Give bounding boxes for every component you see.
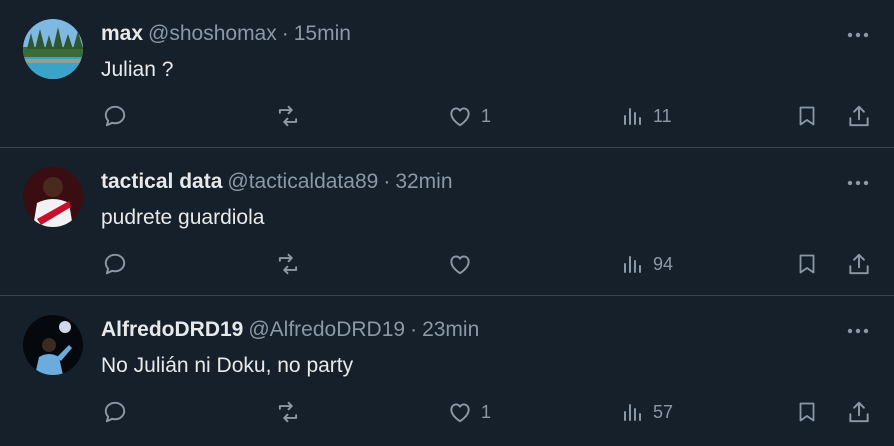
avatar[interactable]: [23, 315, 83, 375]
player-red-white-shirt-icon: [23, 167, 83, 227]
lake-landscape-icon: [23, 19, 83, 79]
separator-dot: ·: [383, 170, 391, 193]
views-chart-icon: [624, 404, 641, 421]
tweet-text: Julian ?: [101, 58, 174, 81]
timestamp[interactable]: 15min: [294, 22, 351, 46]
views-chart-icon: [624, 256, 641, 273]
tweet-header: tactical data @tacticaldata89 · 32min: [101, 170, 453, 196]
share-button[interactable]: [846, 244, 872, 284]
share-button[interactable]: [846, 96, 872, 136]
view-count: 94: [653, 253, 674, 274]
reply-button[interactable]: [102, 244, 128, 284]
views-chart-icon: [624, 108, 641, 125]
views-button[interactable]: 57: [621, 392, 673, 432]
retweet-icon: [278, 105, 298, 127]
more-options-button[interactable]: [845, 170, 871, 196]
display-name[interactable]: tactical data: [101, 170, 222, 194]
tweet-text: No Julián ni Doku, no party: [101, 354, 354, 377]
reply-icon: [104, 105, 126, 127]
reply-button[interactable]: [102, 392, 128, 432]
reply-feed: max @shoshomax · 15min Julian ? 1 11 tac…: [0, 0, 894, 446]
like-count: 1: [481, 105, 492, 126]
like-button[interactable]: [447, 244, 481, 284]
retweet-button[interactable]: [274, 392, 302, 432]
tweet[interactable]: AlfredoDRD19 @AlfredoDRD19 · 23min No Ju…: [0, 296, 894, 444]
views-button[interactable]: 94: [621, 244, 673, 284]
avatar[interactable]: [23, 19, 83, 79]
tweet-text: pudrete guardiola: [101, 206, 265, 229]
more-options-button[interactable]: [845, 22, 871, 48]
bookmark-button[interactable]: [795, 244, 819, 284]
user-handle[interactable]: @shoshomax: [148, 22, 277, 46]
tweet-header: AlfredoDRD19 @AlfredoDRD19 · 23min: [101, 318, 479, 344]
bookmark-icon: [799, 402, 815, 422]
view-count: 11: [653, 105, 672, 126]
like-button[interactable]: 1: [447, 392, 491, 432]
timestamp[interactable]: 23min: [422, 318, 479, 342]
tweet[interactable]: max @shoshomax · 15min Julian ? 1 11: [0, 0, 894, 148]
bookmark-button[interactable]: [795, 392, 819, 432]
more-dots-icon: [847, 328, 869, 334]
retweet-icon: [278, 253, 298, 275]
views-button[interactable]: 11: [621, 96, 672, 136]
user-handle[interactable]: @AlfredoDRD19: [248, 318, 405, 342]
separator-dot: ·: [281, 22, 289, 45]
more-dots-icon: [847, 32, 869, 38]
timestamp[interactable]: 32min: [395, 170, 452, 194]
action-bar: 94: [0, 244, 894, 284]
bookmark-icon: [799, 254, 815, 274]
avatar[interactable]: [23, 167, 83, 227]
share-button[interactable]: [846, 392, 872, 432]
like-button[interactable]: 1: [447, 96, 491, 136]
action-bar: 1 57: [0, 392, 894, 432]
user-handle[interactable]: @tacticaldata89: [227, 170, 378, 194]
heart-icon: [450, 107, 470, 127]
display-name[interactable]: max: [101, 22, 143, 46]
view-count: 57: [653, 401, 674, 422]
tweet[interactable]: tactical data @tacticaldata89 · 32min pu…: [0, 148, 894, 296]
retweet-icon: [278, 401, 298, 423]
separator-dot: ·: [410, 318, 418, 341]
more-options-button[interactable]: [845, 318, 871, 344]
more-dots-icon: [847, 180, 869, 186]
reply-icon: [104, 401, 126, 423]
display-name[interactable]: AlfredoDRD19: [101, 318, 243, 342]
bookmark-icon: [799, 106, 815, 126]
like-count: 1: [481, 401, 492, 422]
share-icon: [849, 401, 869, 423]
retweet-button[interactable]: [274, 244, 302, 284]
tweet-header: max @shoshomax · 15min: [101, 22, 351, 48]
action-bar: 1 11: [0, 96, 894, 136]
share-icon: [849, 105, 869, 127]
heart-icon: [450, 403, 470, 423]
heart-icon: [450, 255, 470, 275]
player-sky-blue-shirt-icon: [23, 315, 83, 375]
retweet-button[interactable]: [274, 96, 302, 136]
bookmark-button[interactable]: [795, 96, 819, 136]
reply-icon: [104, 253, 126, 275]
share-icon: [849, 253, 869, 275]
reply-button[interactable]: [102, 96, 128, 136]
